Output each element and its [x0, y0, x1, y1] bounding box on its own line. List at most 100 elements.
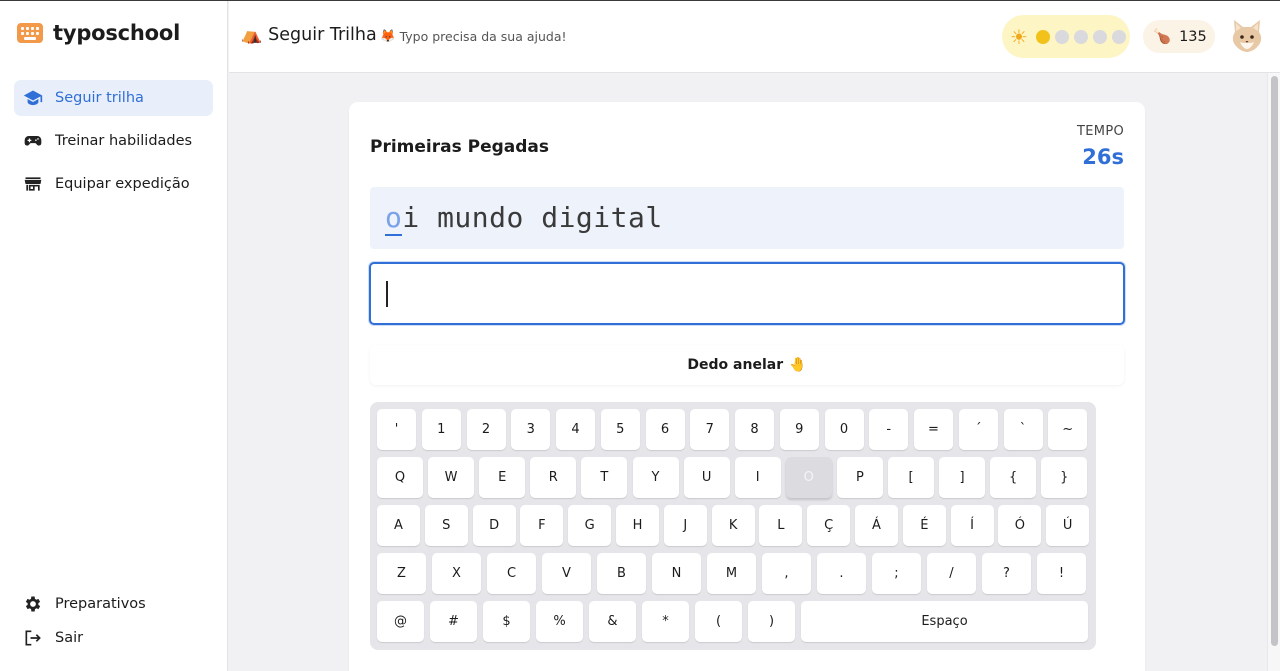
key-r0-9[interactable]: 9 — [779, 409, 819, 450]
key-r0-14[interactable]: ` — [1003, 409, 1043, 450]
key-r3-7[interactable]: , — [762, 553, 811, 594]
key-r3-11[interactable]: ? — [982, 553, 1031, 594]
key-r4-4[interactable]: & — [589, 601, 636, 642]
key-r0-7[interactable]: 7 — [690, 409, 730, 450]
key-r2-6[interactable]: J — [663, 505, 707, 546]
key-r1-13[interactable]: } — [1041, 457, 1088, 498]
sidebar-item-label: Preparativos — [55, 596, 146, 612]
key-r4-2[interactable]: $ — [483, 601, 530, 642]
key-r0-10[interactable]: 0 — [824, 409, 864, 450]
key-r4-0[interactable]: @ — [377, 601, 424, 642]
finger-hint-text: Dedo anelar — [687, 357, 784, 373]
key-r3-4[interactable]: B — [597, 553, 646, 594]
key-r1-11[interactable]: ] — [939, 457, 986, 498]
key-r1-12[interactable]: { — [990, 457, 1037, 498]
key-r4-6[interactable]: ( — [695, 601, 742, 642]
key-space[interactable]: Espaço — [801, 601, 1088, 642]
sidebar-item-sair[interactable]: Sair — [14, 621, 213, 655]
key-r1-6[interactable]: U — [683, 457, 730, 498]
key-r3-9[interactable]: ; — [872, 553, 921, 594]
sidebar-item-treinar-habilidades[interactable]: Treinar habilidades — [14, 123, 213, 159]
sidebar: typoschool Seguir trilha Treinar habilid… — [0, 1, 228, 671]
key-r0-15[interactable]: ~ — [1048, 409, 1088, 450]
key-r2-10[interactable]: Á — [855, 505, 898, 546]
key-r4-5[interactable]: * — [642, 601, 689, 642]
energy-dot — [1035, 29, 1050, 44]
avatar[interactable] — [1230, 18, 1264, 54]
page-subtitle-text: Typo precisa da sua ajuda! — [399, 28, 567, 44]
drumstick-icon: 🍗 — [1153, 29, 1172, 45]
key-r2-1[interactable]: S — [424, 505, 468, 546]
key-r2-13[interactable]: Ó — [998, 505, 1042, 546]
key-r2-11[interactable]: É — [902, 505, 946, 546]
key-r0-13[interactable]: ´ — [958, 409, 998, 450]
sidebar-item-seguir-trilha[interactable]: Seguir trilha — [14, 80, 213, 116]
key-r2-5[interactable]: H — [616, 505, 659, 546]
key-r0-5[interactable]: 5 — [600, 409, 640, 450]
key-r0-1[interactable]: 1 — [421, 409, 461, 450]
store-icon — [24, 177, 42, 191]
page-scrollbar[interactable] — [1267, 73, 1280, 671]
energy-dot — [1073, 29, 1088, 44]
page-subtitle: 🦊 Typo precisa da sua ajuda! — [380, 28, 567, 44]
key-r3-3[interactable]: V — [542, 553, 591, 594]
key-r1-4[interactable]: T — [581, 457, 628, 498]
key-r3-12[interactable]: ! — [1037, 553, 1086, 594]
energy-meter[interactable]: ☀ — [1002, 15, 1130, 58]
key-r0-4[interactable]: 4 — [556, 409, 595, 450]
page-title: ⛺ Seguir Trilha — [241, 25, 377, 45]
typing-input[interactable] — [369, 262, 1125, 325]
key-r2-7[interactable]: K — [711, 505, 755, 546]
key-r3-5[interactable]: N — [652, 553, 701, 594]
key-r1-10[interactable]: [ — [888, 457, 934, 498]
key-r1-2[interactable]: E — [479, 457, 526, 498]
virtual-keyboard: ' 1 2 3 4 5 6 7 8 9 0- = ´ ` ~ Q W E R T Y U I O P[]{} A S D F G H J K L Ç… — [370, 402, 1096, 650]
sidebar-item-label: Sair — [55, 630, 84, 646]
key-r0-3[interactable]: 3 — [511, 409, 551, 450]
key-r2-14[interactable]: Ú — [1046, 505, 1090, 546]
sidebar-item-preparativos[interactable]: Preparativos — [14, 587, 213, 621]
key-r2-3[interactable]: F — [520, 505, 564, 546]
key-r1-1[interactable]: W — [428, 457, 475, 498]
key-r4-3[interactable]: % — [536, 601, 583, 642]
key-r0-12[interactable]: = — [914, 409, 953, 450]
key-r3-10[interactable]: / — [927, 553, 976, 594]
key-r2-9[interactable]: Ç — [807, 505, 851, 546]
key-r0-6[interactable]: 6 — [645, 409, 685, 450]
sidebar-nav: Seguir trilha Treinar habilidades Equipa… — [14, 80, 213, 209]
key-r1-3[interactable]: R — [530, 457, 577, 498]
key-r3-0[interactable]: Z — [377, 553, 426, 594]
finger-hint: Dedo anelar 🤚 — [370, 345, 1124, 385]
key-r0-8[interactable]: 8 — [735, 409, 774, 450]
key-r2-0[interactable]: A — [377, 505, 420, 546]
key-r1-7[interactable]: I — [734, 457, 781, 498]
key-r1-8[interactable]: O — [785, 457, 832, 498]
fox-icon: 🦊 — [380, 28, 396, 43]
key-r2-4[interactable]: G — [568, 505, 612, 546]
key-r3-2[interactable]: C — [487, 553, 536, 594]
key-r2-12[interactable]: Í — [950, 505, 994, 546]
key-r4-1[interactable]: # — [430, 601, 477, 642]
key-r3-6[interactable]: M — [707, 553, 756, 594]
scrollbar-thumb[interactable] — [1271, 76, 1278, 646]
energy-dot — [1111, 29, 1126, 44]
key-r0-2[interactable]: 2 — [466, 409, 506, 450]
key-r3-8[interactable]: . — [817, 553, 866, 594]
food-counter[interactable]: 🍗 135 — [1143, 20, 1215, 53]
key-r0-11[interactable]: - — [869, 409, 909, 450]
key-r2-8[interactable]: L — [759, 505, 803, 546]
sidebar-item-label: Equipar expedição — [55, 176, 190, 192]
text-caret — [386, 281, 388, 307]
key-r1-5[interactable]: Y — [632, 457, 679, 498]
sidebar-item-equipar-expedicao[interactable]: Equipar expedição — [14, 166, 213, 202]
key-r3-1[interactable]: X — [432, 553, 481, 594]
key-r0-0[interactable]: ' — [377, 409, 416, 450]
brand[interactable]: typoschool — [17, 21, 180, 45]
key-r1-9[interactable]: P — [836, 457, 883, 498]
target-text: oi mundo digital — [370, 187, 1124, 249]
energy-dot — [1054, 29, 1069, 44]
page-title-text: Seguir Trilha — [268, 25, 377, 45]
key-r2-2[interactable]: D — [472, 505, 516, 546]
key-r1-0[interactable]: Q — [377, 457, 423, 498]
key-r4-7[interactable]: ) — [748, 601, 795, 642]
